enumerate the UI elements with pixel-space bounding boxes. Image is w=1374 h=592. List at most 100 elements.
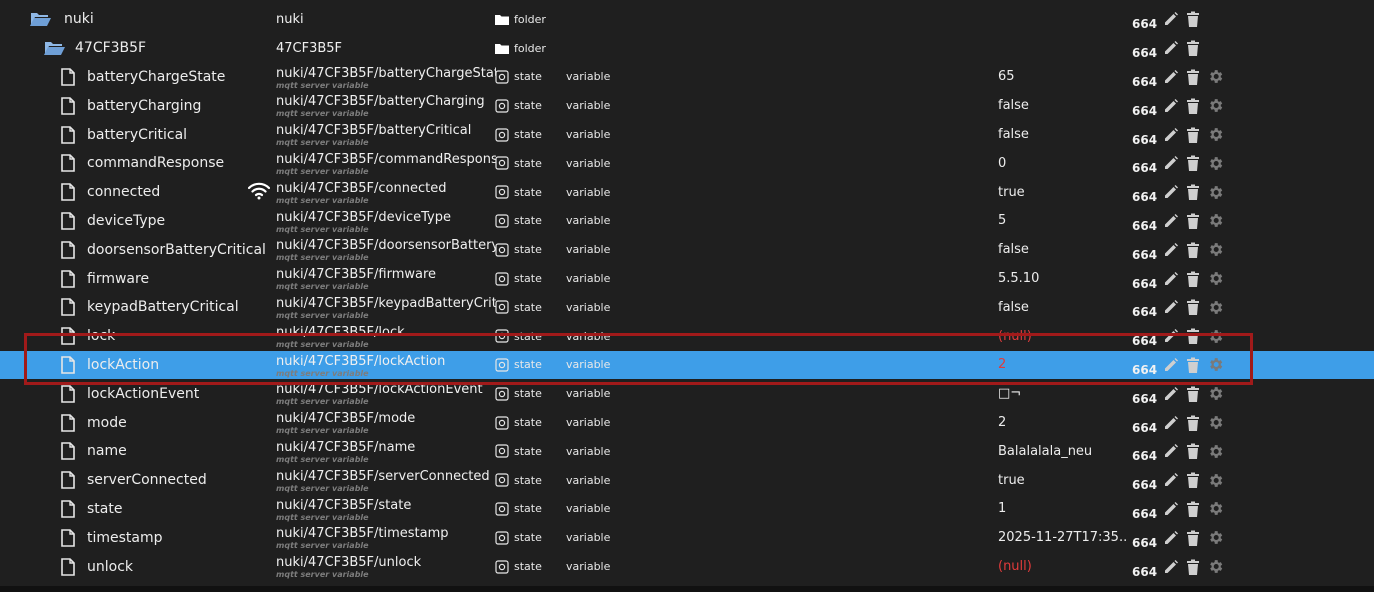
gear-icon[interactable] — [1204, 328, 1226, 345]
gear-icon[interactable] — [1204, 97, 1226, 114]
trash-icon[interactable] — [1182, 184, 1204, 201]
tree-row-state[interactable]: firmware nuki/47CF3B5F/firmware mqtt ser… — [0, 264, 1374, 293]
gear-icon[interactable] — [1204, 558, 1226, 575]
tree-row-state[interactable]: lock nuki/47CF3B5F/lock mqtt server vari… — [0, 322, 1374, 351]
gear-icon[interactable] — [1204, 299, 1226, 316]
tree-row-state[interactable]: batteryChargeState nuki/47CF3B5F/battery… — [0, 63, 1374, 92]
state-value[interactable]: false — [998, 91, 1126, 120]
tree-row-state[interactable]: serverConnected nuki/47CF3B5F/serverConn… — [0, 466, 1374, 495]
tree-row-state[interactable]: name nuki/47CF3B5F/name mqtt server vari… — [0, 437, 1374, 466]
trash-icon[interactable] — [1182, 443, 1204, 460]
tree-row-state[interactable]: keypadBatteryCritical nuki/47CF3B5F/keyp… — [0, 293, 1374, 322]
folder-open-icon[interactable] — [44, 40, 66, 56]
gear-icon[interactable] — [1204, 472, 1226, 489]
state-value[interactable]: 2 — [998, 408, 1126, 437]
trash-icon[interactable] — [1182, 69, 1204, 85]
pencil-icon[interactable] — [1160, 328, 1182, 344]
gear-icon[interactable] — [1204, 529, 1226, 546]
state-value[interactable]: □¬ — [998, 379, 1126, 408]
tree-row-state[interactable]: deviceType nuki/47CF3B5F/deviceType mqtt… — [0, 207, 1374, 236]
state-value[interactable]: 5 — [998, 207, 1126, 236]
state-id: nuki/47CF3B5F/lock — [276, 324, 405, 340]
tree-row-state[interactable]: lockActionEvent nuki/47CF3B5F/lockAction… — [0, 379, 1374, 408]
gear-icon[interactable] — [1204, 356, 1226, 373]
state-value[interactable]: false — [998, 293, 1126, 322]
tree-row-state[interactable]: batteryCritical nuki/47CF3B5F/batteryCri… — [0, 120, 1374, 149]
trash-icon[interactable] — [1182, 40, 1204, 57]
state-value[interactable]: 5.5.10 — [998, 264, 1126, 293]
trash-icon[interactable] — [1182, 472, 1204, 489]
gear-icon[interactable] — [1204, 414, 1226, 431]
tree-row-state[interactable]: connected nuki/47CF3B5F/connected mqtt s… — [0, 178, 1374, 207]
pencil-icon[interactable] — [1160, 501, 1182, 517]
folder-open-icon[interactable] — [30, 11, 52, 27]
state-value[interactable]: Balalalala_neu — [998, 437, 1126, 466]
trash-icon[interactable] — [1182, 155, 1204, 172]
pencil-icon[interactable] — [1160, 69, 1182, 85]
pencil-icon[interactable] — [1160, 40, 1182, 56]
gear-icon[interactable] — [1204, 500, 1226, 517]
tree-row-state[interactable]: timestamp nuki/47CF3B5F/timestamp mqtt s… — [0, 523, 1374, 552]
pencil-icon[interactable] — [1160, 242, 1182, 258]
gear-icon[interactable] — [1204, 270, 1226, 287]
state-value[interactable]: 0 — [998, 149, 1126, 178]
trash-icon[interactable] — [1182, 415, 1204, 431]
pencil-icon[interactable] — [1160, 443, 1182, 459]
pencil-icon[interactable] — [1160, 184, 1182, 200]
trash-icon[interactable] — [1182, 242, 1204, 258]
gear-icon[interactable] — [1204, 68, 1226, 85]
state-value[interactable]: true — [998, 466, 1126, 495]
file-icon — [61, 240, 75, 259]
state-value[interactable]: false — [998, 120, 1126, 149]
state-value[interactable]: true — [998, 178, 1126, 207]
tree-row-state[interactable]: lockAction nuki/47CF3B5F/lockAction mqtt… — [0, 350, 1374, 380]
gear-icon[interactable] — [1204, 155, 1226, 172]
pencil-icon[interactable] — [1160, 98, 1182, 114]
pencil-icon[interactable] — [1160, 155, 1182, 171]
gear-icon[interactable] — [1204, 212, 1226, 229]
state-value[interactable]: 2025-11-27T17:35... — [998, 523, 1126, 552]
trash-icon[interactable] — [1182, 386, 1204, 402]
trash-icon[interactable] — [1182, 501, 1204, 517]
pencil-icon[interactable] — [1160, 530, 1182, 546]
state-value[interactable]: 2 — [998, 351, 1126, 380]
tree-row-state[interactable]: doorsensorBatteryCritical nuki/47CF3B5F/… — [0, 235, 1374, 264]
pencil-icon[interactable] — [1160, 415, 1182, 431]
state-value[interactable]: (null) — [998, 552, 1126, 581]
pencil-icon[interactable] — [1160, 386, 1182, 402]
trash-icon[interactable] — [1182, 559, 1204, 575]
trash-icon[interactable] — [1182, 328, 1204, 345]
pencil-icon[interactable] — [1160, 127, 1182, 143]
trash-icon[interactable] — [1182, 11, 1204, 28]
state-value[interactable]: false — [998, 235, 1126, 264]
state-value[interactable]: 1 — [998, 495, 1126, 524]
gear-icon[interactable] — [1204, 184, 1226, 201]
state-value[interactable]: 65 — [998, 63, 1126, 92]
pencil-icon[interactable] — [1160, 271, 1182, 287]
trash-icon[interactable] — [1182, 357, 1204, 373]
tree-row-device-folder[interactable]: 47CF3B5F 47CF3B5F folder 664 — [0, 34, 1374, 63]
gear-icon[interactable] — [1204, 126, 1226, 143]
pencil-icon[interactable] — [1160, 213, 1182, 229]
trash-icon[interactable] — [1182, 213, 1204, 229]
pencil-icon[interactable] — [1160, 357, 1182, 373]
pencil-icon[interactable] — [1160, 299, 1182, 315]
tree-row-state[interactable]: state nuki/47CF3B5F/state mqtt server va… — [0, 495, 1374, 524]
trash-icon[interactable] — [1182, 98, 1204, 114]
trash-icon[interactable] — [1182, 299, 1204, 316]
tree-row-state[interactable]: batteryCharging nuki/47CF3B5F/batteryCha… — [0, 91, 1374, 120]
tree-row-state[interactable]: mode nuki/47CF3B5F/mode mqtt server vari… — [0, 408, 1374, 437]
pencil-icon[interactable] — [1160, 559, 1182, 575]
pencil-icon[interactable] — [1160, 11, 1182, 27]
tree-row-state[interactable]: commandResponse nuki/47CF3B5F/commandRes… — [0, 149, 1374, 178]
tree-row-state[interactable]: unlock nuki/47CF3B5F/unlock mqtt server … — [0, 552, 1374, 581]
gear-icon[interactable] — [1204, 241, 1226, 258]
trash-icon[interactable] — [1182, 271, 1204, 287]
gear-icon[interactable] — [1204, 385, 1226, 402]
tree-row-root-folder[interactable]: nuki nuki folder 664 — [0, 5, 1374, 34]
pencil-icon[interactable] — [1160, 472, 1182, 488]
trash-icon[interactable] — [1182, 530, 1204, 546]
state-value[interactable]: (null) — [998, 322, 1126, 351]
gear-icon[interactable] — [1204, 443, 1226, 460]
trash-icon[interactable] — [1182, 127, 1204, 143]
